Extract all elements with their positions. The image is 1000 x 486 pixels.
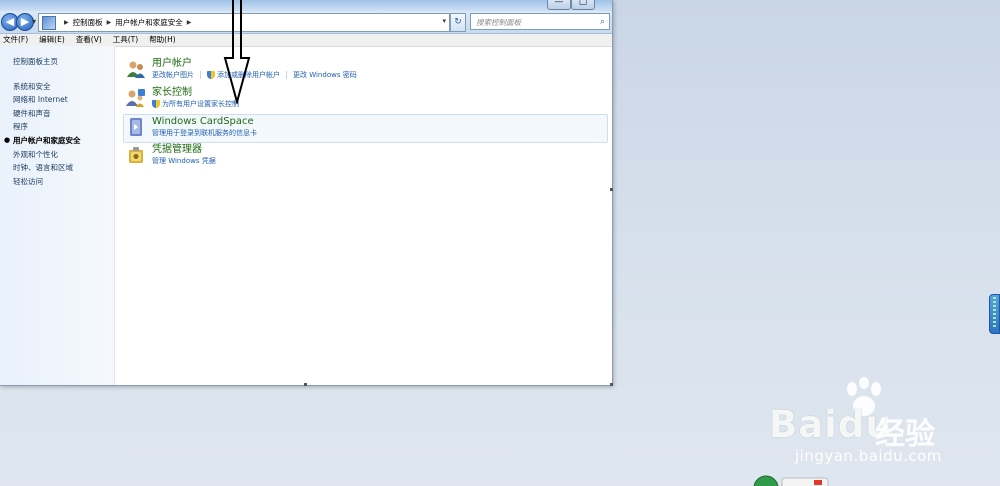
link-change-account-picture[interactable]: 更改帐户图片 [152,70,194,80]
search-placeholder: 搜索控制面板 [476,18,521,27]
sidebar-item-clock-language-region[interactable]: 时钟、语言和区域 [13,161,114,175]
link-divider [200,71,201,79]
sidebar-item-user-accounts[interactable]: ● 用户帐户和家庭安全 [4,134,114,148]
resize-handle[interactable] [610,188,613,191]
breadcrumb-control-panel[interactable]: 控制面板 [73,17,103,28]
refresh-icon: ↻ [454,17,462,27]
address-toolbar: ◀ ▶ ▾ ▶ 控制面板 ▶ 用户帐户和家庭安全 ▶ ▾ ↻ 搜索控制面板 ⌕ [0,11,612,34]
credential-manager-icon [129,147,143,163]
uac-shield-icon [207,71,215,79]
link-manage-windows-credentials[interactable]: 管理 Windows 凭据 [152,156,216,166]
sidebar-item-control-panel-home[interactable]: 控制面板主页 [13,55,114,69]
parental-control-icon [126,89,145,107]
search-icon[interactable]: ⌕ [600,14,605,31]
cardspace-icon [130,118,142,136]
resize-handle[interactable] [610,383,613,386]
category-list: 用户帐户 更改帐户图片 添加或删除用户帐户 更改 Windows 密码 家长控制… [115,46,612,385]
breadcrumb-separator-icon[interactable]: ▶ [64,19,69,26]
category-cardspace[interactable]: Windows CardSpace 管理用于登录到联机服务的信息卡 [123,114,608,143]
watermark-url: jingyan.baidu.com [795,447,942,465]
breadcrumb-separator-icon[interactable]: ▶ [187,19,192,26]
sidebar-item-appearance[interactable]: 外观和个性化 [13,148,114,162]
sidebar-item-hardware-sound[interactable]: 硬件和声音 [13,107,114,121]
users-icon [127,61,145,78]
menu-file[interactable]: 文件(F) [3,34,28,46]
title-bar: — ▢ [0,0,612,11]
annotation-arrow-icon [223,0,251,104]
system-widget-icon [753,475,829,486]
breadcrumb-user-accounts-family-safety[interactable]: 用户帐户和家庭安全 [115,17,183,28]
baidu-watermark: Baidu 经验 jingyan.baidu.com [757,375,947,485]
menu-view[interactable]: 查看(V) [76,34,102,46]
control-panel-window: — ▢ ◀ ▶ ▾ ▶ 控制面板 ▶ 用户帐户和家庭安全 ▶ ▾ ↻ 搜索控制面… [0,0,613,386]
resize-handle[interactable] [304,383,307,386]
minimize-button[interactable]: — [547,0,571,10]
sidebar-item-programs[interactable]: 程序 [13,120,114,134]
search-input[interactable]: 搜索控制面板 ⌕ [470,13,610,30]
maximize-button[interactable]: ▢ [571,0,595,10]
category-parental-controls: 家长控制 为所有用户设置家长控制 [124,86,607,114]
breadcrumb-separator-icon[interactable]: ▶ [107,19,112,26]
menu-edit[interactable]: 编辑(E) [39,34,65,46]
category-title[interactable]: 凭据管理器 [152,143,216,156]
active-bullet-icon: ● [4,135,11,144]
refresh-button[interactable]: ↻ [450,13,466,32]
link-divider [286,71,287,79]
menu-help[interactable]: 帮助(H) [149,34,176,46]
category-user-accounts: 用户帐户 更改帐户图片 添加或删除用户帐户 更改 Windows 密码 [124,57,607,85]
sidebar-item-system-security[interactable]: 系统和安全 [13,80,114,94]
category-title[interactable]: 用户帐户 [152,57,357,70]
sidebar-item-network-internet[interactable]: 网络和 Internet [13,93,114,107]
category-title[interactable]: Windows CardSpace [152,115,257,128]
control-panel-icon [42,15,56,30]
link-manage-info-cards[interactable]: 管理用于登录到联机服务的信息卡 [152,128,257,138]
arrow-right-icon: ▶ [20,15,30,28]
arrow-left-icon: ◀ [5,15,15,28]
content-area: 控制面板主页 系统和安全 网络和 Internet 硬件和声音 程序 ● 用户帐… [0,46,612,385]
sidebar-item-ease-of-access[interactable]: 轻松访问 [13,175,114,189]
sidebar: 控制面板主页 系统和安全 网络和 Internet 硬件和声音 程序 ● 用户帐… [0,46,115,385]
floating-widget-tab[interactable] [989,294,1000,334]
uac-shield-icon [152,100,160,108]
category-credential-manager: 凭据管理器 管理 Windows 凭据 [124,143,607,171]
link-change-windows-password[interactable]: 更改 Windows 密码 [293,70,357,80]
address-dropdown-icon[interactable]: ▾ [442,17,446,25]
recent-pages-dropdown[interactable]: ▾ [32,17,36,26]
sidebar-item-label: 用户帐户和家庭安全 [13,135,81,145]
menu-tools[interactable]: 工具(T) [113,34,138,46]
